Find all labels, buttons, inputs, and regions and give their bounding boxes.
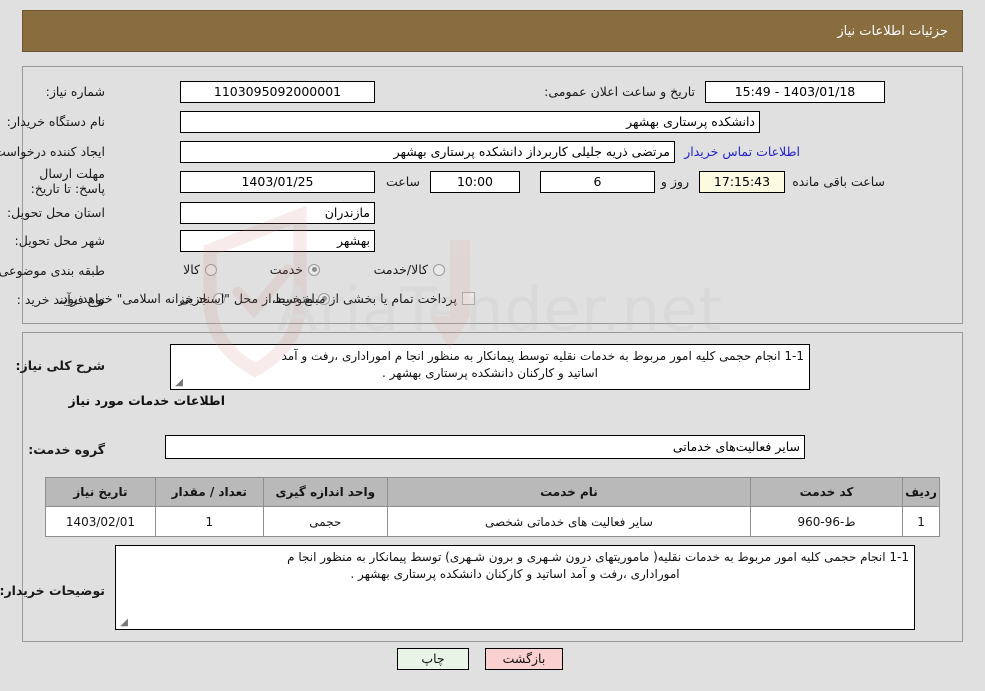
need-number-label: شماره نیاز: [45,84,105,99]
cell-unit: حجمی [262,506,388,537]
delivery-province-label: استان محل تحویل: [6,205,105,220]
deadline-hour-label: ساعت [385,174,420,189]
print-button[interactable]: چاپ [397,648,469,670]
th-unit: واحد اندازه گیری [262,477,388,507]
announce-datetime-value: 1403/01/18 - 15:49 [705,81,885,103]
treasury-docs-label: پرداخت تمام یا بخشی از مبلغ خرید،از محل … [58,291,457,306]
remaining-days-label: روز و [660,174,689,189]
need-summary-panel [22,66,963,324]
services-info-heading: اطلاعات خدمات مورد نیاز [68,393,226,408]
cell-radif: 1 [902,506,940,537]
checkbox-indicator [462,292,475,305]
general-description-textarea[interactable]: 1-1 انجام حجمی کلیه امور مربوط به خدمات … [170,344,810,390]
general-description-label: شرح کلی نیاز: [15,358,105,373]
announce-datetime-label: تاریخ و ساعت اعلان عمومی: [544,84,695,99]
buyer-org-value: دانشکده پرستاری بهشهر [180,111,760,133]
radio-indicator [308,263,320,276]
category-option-label: کالا/خدمت [373,262,428,277]
buyer-notes-line-2: اموراداری ،رفت و آمد اساتید و کارکنان دا… [350,567,680,581]
general-description-line-2: اساتید و کارکنان دانشکده پرستاری بهشهر . [382,366,598,380]
buyer-notes-label: توضیحات خریدار: [0,583,105,598]
request-creator-label: ایجاد کننده درخواست: [0,144,105,159]
cell-code: ط-96-960 [749,506,904,537]
buyer-contact-link[interactable]: اطلاعات تماس خریدار [684,144,800,159]
radio-indicator [205,263,217,276]
table-header-row: ردیف کد خدمت نام خدمت واحد اندازه گیری ت… [45,477,940,507]
category-option-label: کالا [183,262,200,277]
deadline-date-value: 1403/01/25 [180,171,375,193]
request-creator-value: مرتضی ذریه جلیلی کاربرداز دانشکده پرستار… [180,141,675,163]
page-root: AriaTender.net جزئیات اطلاعات نیاز شماره… [0,0,985,691]
buyer-notes-line-1: 1-1 انجام حجمی کلیه امور مربوط به خدمات … [287,550,909,564]
table-row: 1 ط-96-960 سایر فعالیت های خدماتی شخصی ح… [45,506,940,537]
cell-name: سایر فعالیت های خدماتی شخصی [386,506,751,537]
back-button[interactable]: بازگشت [485,648,563,670]
cell-date: 1403/02/01 [45,506,156,537]
th-qty: تعداد / مقدار [154,477,264,507]
deadline-time-value: 10:00 [430,171,520,193]
delivery-city-value: بهشهر [180,230,375,252]
page-header: جزئیات اطلاعات نیاز [22,10,963,52]
countdown-timer-label: ساعت باقی مانده [792,174,885,189]
th-date: تاریخ نیاز [45,477,156,507]
treasury-docs-checkbox[interactable]: پرداخت تمام یا بخشی از مبلغ خرید،از محل … [58,291,475,306]
category-radio-kala[interactable]: کالا [183,262,217,277]
service-group-value: سایر فعالیت‌های خدماتی [165,435,805,459]
countdown-timer-value: 17:15:43 [699,171,785,193]
th-name: نام خدمت [386,477,751,507]
cell-qty: 1 [154,506,264,537]
delivery-city-label: شهر محل تحویل: [14,233,105,248]
category-radio-kala-khedmat[interactable]: کالا/خدمت [374,262,445,277]
page-title: جزئیات اطلاعات نیاز [837,23,948,39]
th-code: کد خدمت [749,477,904,507]
th-radif: ردیف [902,477,940,507]
service-group-label: گروه خدمت: [28,442,105,457]
resize-grip-icon[interactable]: ◢ [118,618,128,628]
buyer-org-label: نام دستگاه خریدار: [6,114,105,129]
subject-category-label: طبقه بندی موضوعی: [0,263,105,278]
response-deadline-label: مهلت ارسال پاسخ: تا تاریخ: [30,166,105,196]
category-radio-khedmat[interactable]: خدمت [270,262,320,277]
buyer-notes-textarea[interactable]: 1-1 انجام حجمی کلیه امور مربوط به خدمات … [115,545,915,630]
category-option-label: خدمت [269,262,303,277]
services-table: ردیف کد خدمت نام خدمت واحد اندازه گیری ت… [45,477,940,537]
need-number-value: 1103095092000001 [180,81,375,103]
delivery-province-value: مازندران [180,202,375,224]
resize-grip-icon[interactable]: ◢ [173,378,183,388]
general-description-line-1: 1-1 انجام حجمی کلیه امور مربوط به خدمات … [281,349,805,363]
radio-indicator [433,263,445,276]
remaining-days-value: 6 [540,171,655,193]
